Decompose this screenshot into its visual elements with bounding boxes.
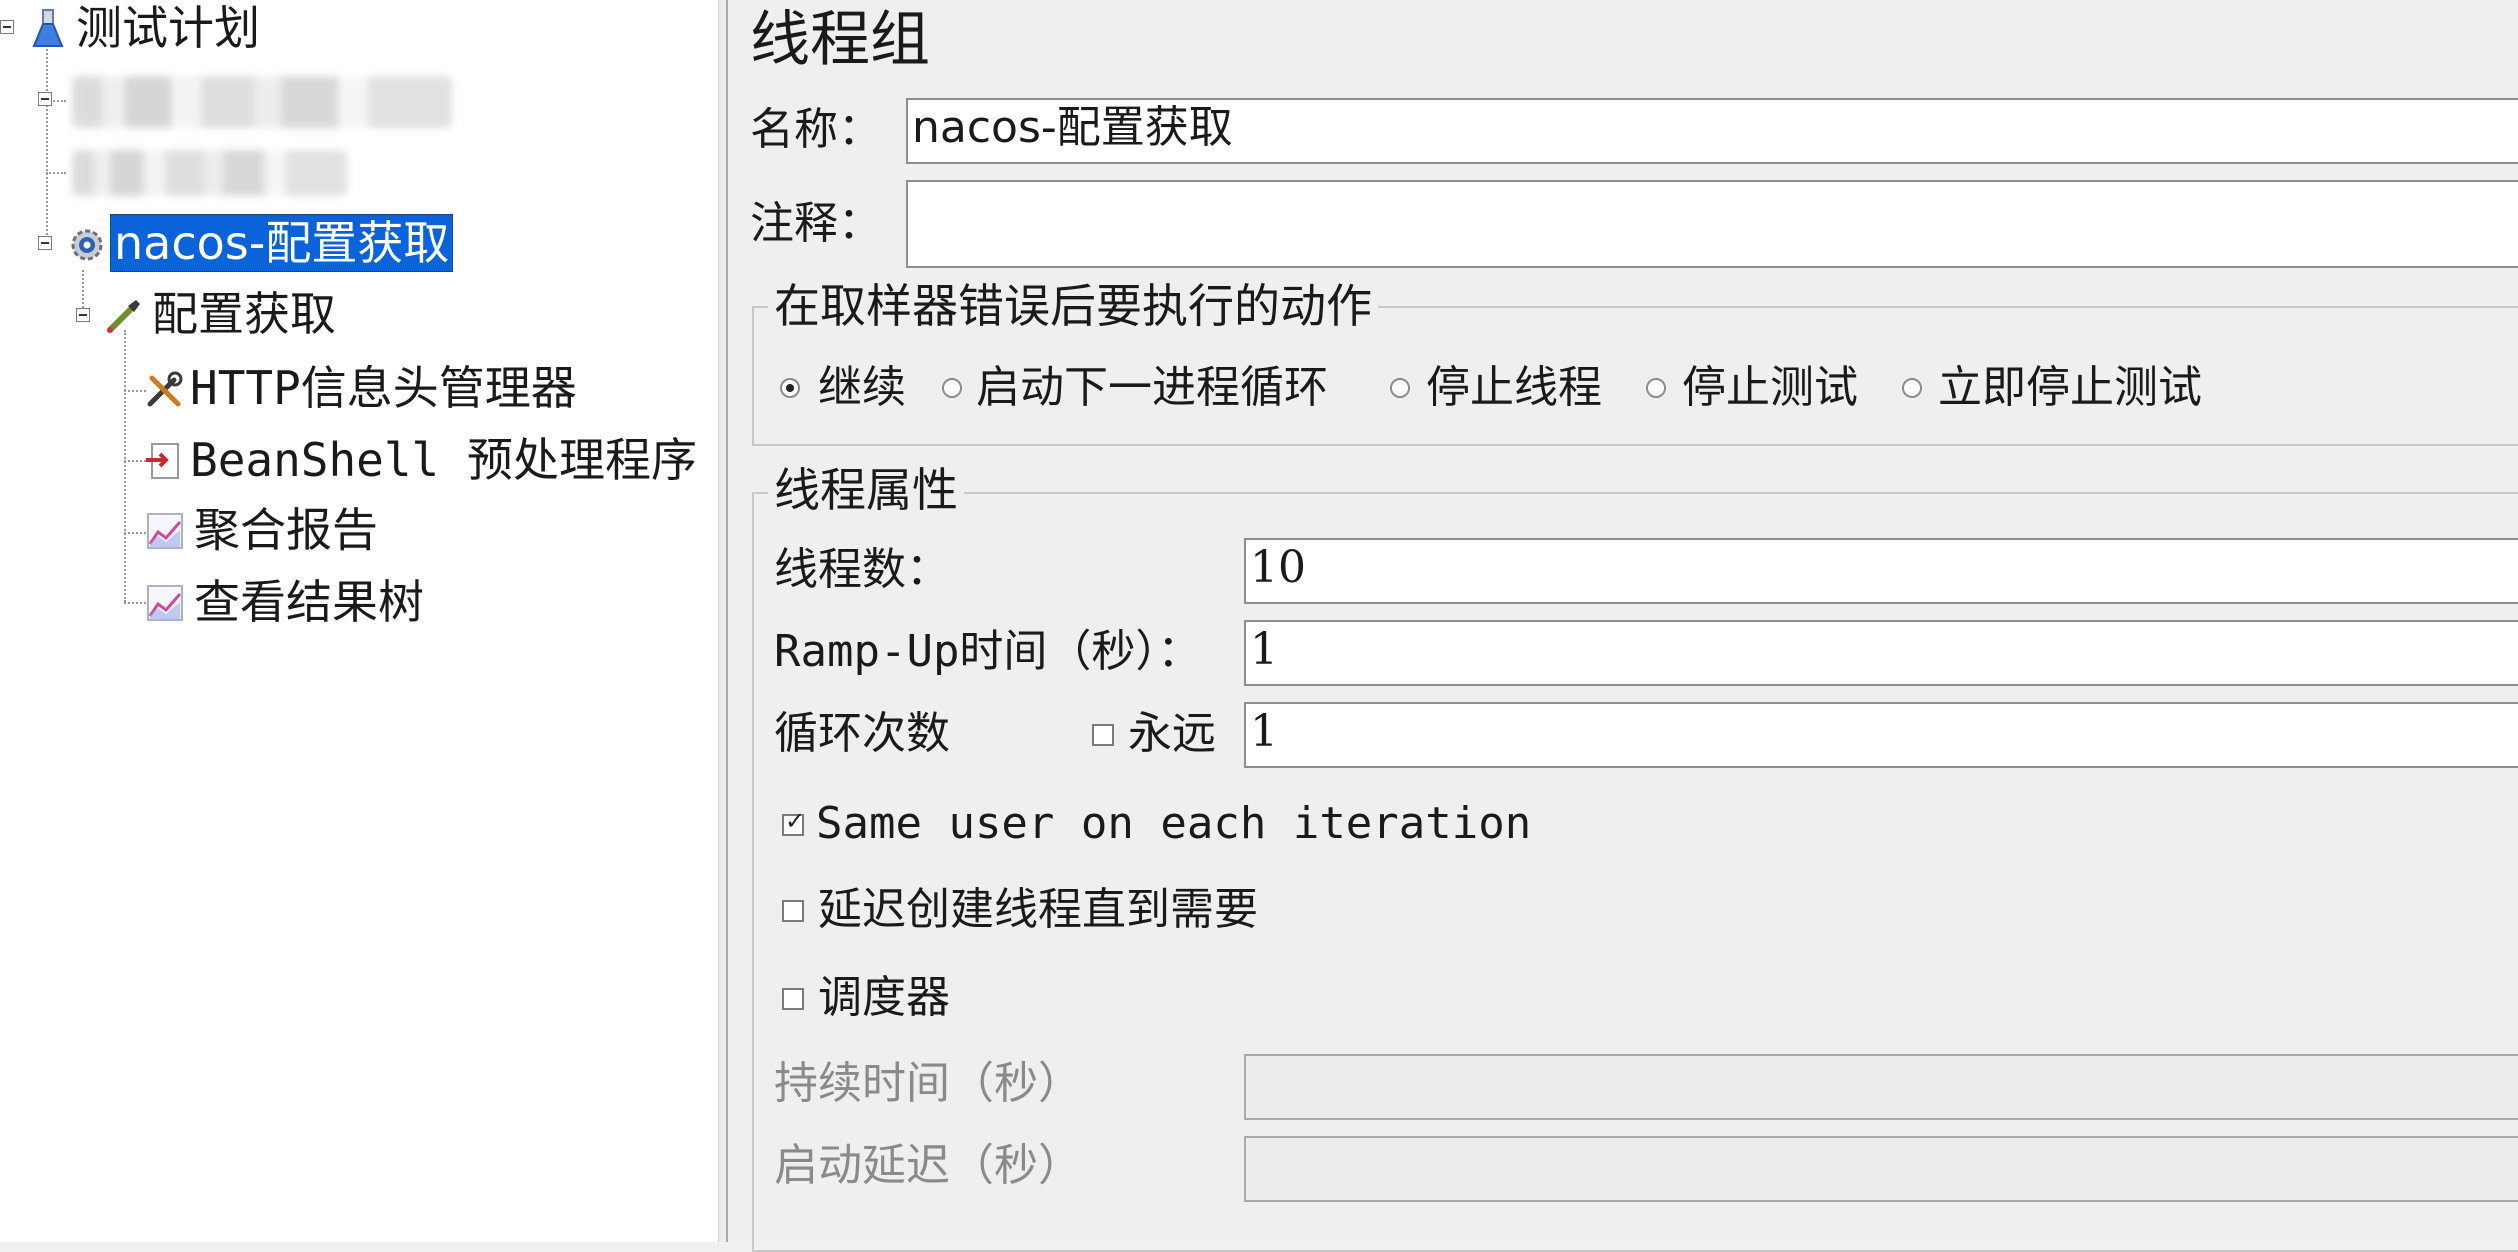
- tree-connector: [124, 390, 146, 392]
- radio-stop-thread-label[interactable]: 停止线程: [1426, 360, 1602, 416]
- thread-properties-legend: 线程属性: [768, 462, 964, 518]
- threads-input[interactable]: 10: [1244, 538, 2518, 604]
- collapse-toggle[interactable]: [38, 236, 52, 250]
- radio-continue[interactable]: [780, 378, 800, 398]
- name-input[interactable]: nacos-配置获取: [906, 98, 2518, 164]
- pane-splitter[interactable]: [718, 0, 728, 1242]
- redacted-item: [72, 150, 347, 196]
- delay-thread-creation-label[interactable]: 延迟创建线程直到需要: [818, 882, 1258, 938]
- rampup-label: Ramp-Up时间（秒）：: [774, 626, 1202, 677]
- tree-connector: [124, 602, 146, 604]
- graph-icon: [147, 585, 183, 621]
- redacted-item: [72, 76, 452, 128]
- flask-icon: [32, 9, 64, 47]
- duration-label: 持续时间（秒）: [774, 1058, 1082, 1109]
- radio-start-next-loop[interactable]: [942, 378, 962, 398]
- radio-stop-test-now[interactable]: [1902, 378, 1922, 398]
- collapse-toggle[interactable]: [38, 92, 52, 106]
- delay-thread-creation-checkbox[interactable]: [782, 900, 804, 922]
- tree-connector: [124, 460, 146, 462]
- duration-input[interactable]: [1244, 1054, 2518, 1120]
- radio-start-next-loop-label[interactable]: 启动下一进程循环: [976, 360, 1328, 416]
- tree-connector: [124, 330, 126, 602]
- gear-icon: [71, 229, 103, 261]
- tree-item-aggregate-report[interactable]: 聚合报告: [194, 502, 378, 558]
- test-plan-tree[interactable]: 测试计划 nacos-配置获取 配置获取 HTTP信息头管理器 BeanShel…: [0, 0, 718, 1242]
- comment-label: 注释：: [750, 198, 882, 249]
- radio-stop-test-now-label[interactable]: 立即停止测试: [1938, 360, 2202, 416]
- tree-connector: [46, 172, 66, 174]
- tree-connector: [124, 532, 146, 534]
- scheduler-checkbox[interactable]: [782, 988, 804, 1010]
- same-user-checkbox[interactable]: [782, 807, 805, 836]
- forever-label[interactable]: 永远: [1128, 706, 1216, 762]
- name-label: 名称：: [750, 104, 882, 155]
- comment-input[interactable]: [906, 180, 2518, 268]
- loop-count-label: 循环次数: [774, 708, 950, 759]
- page-title: 线程组: [750, 5, 930, 75]
- tree-item-thread-group[interactable]: nacos-配置获取: [110, 214, 454, 272]
- tree-item-sampler[interactable]: 配置获取: [152, 286, 336, 342]
- rampup-input[interactable]: 1: [1244, 620, 2518, 686]
- radio-stop-test-label[interactable]: 停止测试: [1682, 360, 1858, 416]
- startup-delay-input[interactable]: [1244, 1136, 2518, 1202]
- pipette-icon: [107, 300, 140, 333]
- beanshell-icon: [146, 443, 179, 479]
- tree-connector: [46, 42, 48, 247]
- radio-stop-thread[interactable]: [1390, 378, 1410, 398]
- radio-continue-label[interactable]: 继续: [818, 360, 906, 416]
- collapse-toggle[interactable]: [0, 20, 14, 34]
- thread-group-editor: 线程组 名称： nacos-配置获取 注释： 在取样器错误后要执行的动作 继续 …: [728, 0, 2518, 1252]
- tree-item-beanshell-preprocessor[interactable]: BeanShell 预处理程序: [190, 432, 697, 488]
- loop-count-input[interactable]: 1: [1244, 702, 2518, 768]
- tree-item-view-results-tree[interactable]: 查看结果树: [194, 574, 424, 630]
- startup-delay-label: 启动延迟（秒）: [774, 1140, 1082, 1191]
- collapse-toggle[interactable]: [76, 308, 90, 322]
- tree-item-http-header-manager[interactable]: HTTP信息头管理器: [190, 360, 577, 416]
- wrench-icon: [147, 371, 183, 407]
- error-action-legend: 在取样器错误后要执行的动作: [768, 278, 1378, 334]
- radio-stop-test[interactable]: [1646, 378, 1666, 398]
- scheduler-label[interactable]: 调度器: [818, 970, 950, 1026]
- same-user-label[interactable]: Same user on each iteration: [816, 796, 1531, 852]
- tree-item-test-plan[interactable]: 测试计划: [76, 0, 260, 56]
- graph-icon: [147, 513, 183, 549]
- threads-label: 线程数：: [774, 544, 950, 595]
- forever-checkbox[interactable]: [1092, 724, 1114, 746]
